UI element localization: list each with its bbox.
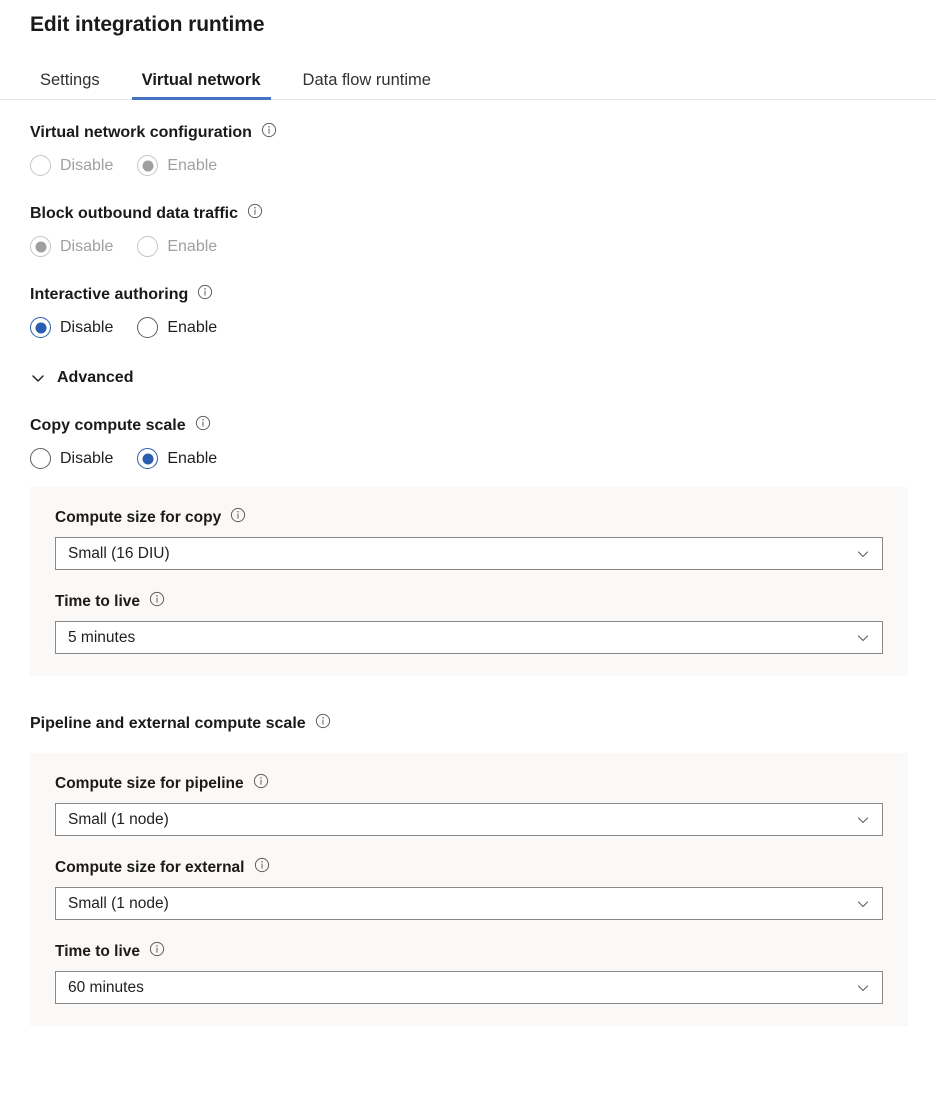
- label-text: Block outbound data traffic: [30, 203, 238, 225]
- label-virtual-network-configuration: Virtual network configuration: [30, 122, 908, 144]
- dropdown-compute-size-for-pipeline[interactable]: Small (1 node): [55, 803, 883, 836]
- dropdown-value: Small (1 node): [68, 894, 169, 914]
- tab-bar: Settings Virtual network Data flow runti…: [0, 60, 936, 100]
- info-circle-icon[interactable]: [253, 773, 269, 789]
- field-compute-size-for-external: Compute size for external Small (1 node): [55, 857, 880, 920]
- radio-mark-selected: [137, 155, 158, 176]
- info-circle-icon[interactable]: [197, 284, 213, 300]
- field-group-virtual-network-configuration: Virtual network configuration Disable En…: [30, 122, 908, 176]
- chevron-down-icon: [856, 897, 870, 911]
- chevron-down-icon: [856, 981, 870, 995]
- info-circle-icon[interactable]: [230, 507, 246, 523]
- label-text: Time to live: [55, 591, 140, 613]
- label-text: Compute size for copy: [55, 507, 221, 529]
- section-pipeline-and-external-compute-scale: Pipeline and external compute scale: [30, 713, 908, 735]
- radio-group-virtual-network-configuration: Disable Enable: [30, 155, 908, 176]
- dropdown-compute-size-for-copy[interactable]: Small (16 DIU): [55, 537, 883, 570]
- tab-virtual-network[interactable]: Virtual network: [132, 70, 271, 99]
- radio-group-block-outbound-data-traffic: Disable Enable: [30, 236, 908, 257]
- radio-label: Enable: [167, 449, 217, 469]
- radio-mark-selected: [137, 448, 158, 469]
- radio-block-outbound-disable[interactable]: Disable: [30, 236, 113, 257]
- radio-mark: [137, 236, 158, 257]
- tab-data-flow-runtime[interactable]: Data flow runtime: [293, 70, 441, 99]
- label-pipeline-and-external-compute-scale: Pipeline and external compute scale: [30, 713, 908, 735]
- label-time-to-live-copy: Time to live: [55, 591, 880, 613]
- advanced-label: Advanced: [57, 368, 133, 388]
- dropdown-compute-size-for-external[interactable]: Small (1 node): [55, 887, 883, 920]
- label-compute-size-for-copy: Compute size for copy: [55, 507, 880, 529]
- dropdown-value: Small (1 node): [68, 810, 169, 830]
- radio-label: Enable: [167, 156, 217, 176]
- dropdown-value: 60 minutes: [68, 978, 144, 998]
- radio-group-copy-compute-scale: Disable Enable: [30, 448, 908, 469]
- dropdown-value: 5 minutes: [68, 628, 135, 648]
- pipeline-compute-settings-panel: Compute size for pipeline Small (1 node)…: [30, 753, 908, 1026]
- radio-interactive-authoring-disable[interactable]: Disable: [30, 317, 113, 338]
- label-interactive-authoring: Interactive authoring: [30, 284, 908, 306]
- info-circle-icon[interactable]: [315, 713, 331, 729]
- label-text: Compute size for external: [55, 857, 245, 879]
- advanced-section-toggle[interactable]: Advanced: [30, 368, 908, 388]
- label-block-outbound-data-traffic: Block outbound data traffic: [30, 203, 908, 225]
- radio-copy-compute-scale-disable[interactable]: Disable: [30, 448, 113, 469]
- radio-label: Enable: [167, 237, 217, 257]
- label-text: Time to live: [55, 941, 140, 963]
- label-time-to-live-pipeline: Time to live: [55, 941, 880, 963]
- field-compute-size-for-pipeline: Compute size for pipeline Small (1 node): [55, 773, 880, 836]
- chevron-down-icon: [856, 547, 870, 561]
- radio-mark: [137, 317, 158, 338]
- radio-label: Disable: [60, 237, 113, 257]
- label-text: Virtual network configuration: [30, 122, 252, 144]
- chevron-down-icon: [856, 813, 870, 827]
- radio-mark-selected: [30, 317, 51, 338]
- radio-copy-compute-scale-enable[interactable]: Enable: [137, 448, 217, 469]
- label-copy-compute-scale: Copy compute scale: [30, 415, 908, 437]
- radio-virtual-network-disable[interactable]: Disable: [30, 155, 113, 176]
- info-circle-icon[interactable]: [254, 857, 270, 873]
- radio-mark-selected: [30, 236, 51, 257]
- field-time-to-live-copy: Time to live 5 minutes: [55, 591, 880, 654]
- label-text: Interactive authoring: [30, 284, 188, 306]
- tab-settings[interactable]: Settings: [30, 70, 110, 99]
- info-circle-icon[interactable]: [261, 122, 277, 138]
- label-text: Pipeline and external compute scale: [30, 713, 306, 735]
- field-compute-size-for-copy: Compute size for copy Small (16 DIU): [55, 507, 880, 570]
- field-group-block-outbound-data-traffic: Block outbound data traffic Disable Enab…: [30, 203, 908, 257]
- label-text: Copy compute scale: [30, 415, 186, 437]
- info-circle-icon[interactable]: [149, 941, 165, 957]
- radio-label: Disable: [60, 449, 113, 469]
- copy-compute-settings-panel: Compute size for copy Small (16 DIU) Tim…: [30, 487, 908, 676]
- radio-mark: [30, 448, 51, 469]
- dropdown-time-to-live-pipeline[interactable]: 60 minutes: [55, 971, 883, 1004]
- radio-virtual-network-enable[interactable]: Enable: [137, 155, 217, 176]
- label-compute-size-for-external: Compute size for external: [55, 857, 880, 879]
- radio-label: Disable: [60, 156, 113, 176]
- info-circle-icon[interactable]: [149, 591, 165, 607]
- radio-interactive-authoring-enable[interactable]: Enable: [137, 317, 217, 338]
- info-circle-icon[interactable]: [247, 203, 263, 219]
- radio-group-interactive-authoring: Disable Enable: [30, 317, 908, 338]
- radio-label: Disable: [60, 318, 113, 338]
- tab-panel-virtual-network: Virtual network configuration Disable En…: [0, 122, 936, 1026]
- dropdown-value: Small (16 DIU): [68, 544, 170, 564]
- label-text: Compute size for pipeline: [55, 773, 244, 795]
- field-time-to-live-pipeline: Time to live 60 minutes: [55, 941, 880, 1004]
- label-compute-size-for-pipeline: Compute size for pipeline: [55, 773, 880, 795]
- dropdown-time-to-live-copy[interactable]: 5 minutes: [55, 621, 883, 654]
- info-circle-icon[interactable]: [195, 415, 211, 431]
- radio-label: Enable: [167, 318, 217, 338]
- radio-block-outbound-enable[interactable]: Enable: [137, 236, 217, 257]
- field-group-copy-compute-scale: Copy compute scale Disable Enable: [30, 415, 908, 469]
- chevron-down-icon: [30, 370, 46, 386]
- field-group-interactive-authoring: Interactive authoring Disable Enable: [30, 284, 908, 338]
- chevron-down-icon: [856, 631, 870, 645]
- radio-mark: [30, 155, 51, 176]
- page-title: Edit integration runtime: [0, 0, 936, 40]
